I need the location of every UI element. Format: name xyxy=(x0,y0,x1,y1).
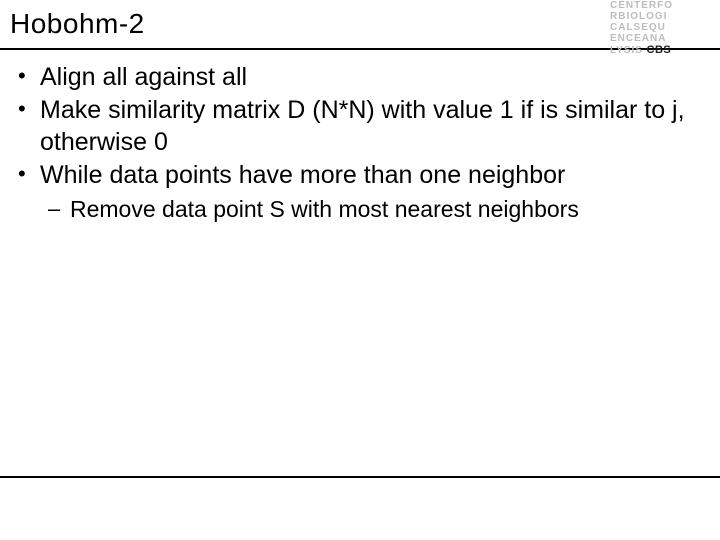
bullet-item: Make similarity matrix D (N*N) with valu… xyxy=(12,95,708,158)
bullet-item: While data points have more than one nei… xyxy=(12,160,708,191)
logo: CENTERFO RBIOLOGI CALSEQU ENCEANA LYSIS … xyxy=(610,0,720,60)
bullet-list: Align all against all Make similarity ma… xyxy=(12,62,708,191)
content-area: Align all against all Make similarity ma… xyxy=(12,62,708,224)
sub-bullet-item: Remove data point S with most nearest ne… xyxy=(12,195,708,224)
logo-line: RBIOLOGI xyxy=(610,11,720,22)
logo-brand: LYSIS CBS xyxy=(610,45,720,56)
bullet-item: Align all against all xyxy=(12,62,708,93)
slide: Hobohm-2 CENTERFO RBIOLOGI CALSEQU ENCEA… xyxy=(0,0,720,540)
sub-bullet-list: Remove data point S with most nearest ne… xyxy=(12,195,708,224)
logo-line: CALSEQU xyxy=(610,22,720,33)
footer-divider xyxy=(0,476,720,478)
logo-line: ENCEANA xyxy=(610,33,720,44)
page-title: Hobohm-2 xyxy=(10,8,145,40)
logo-line: CENTERFO xyxy=(610,0,720,11)
